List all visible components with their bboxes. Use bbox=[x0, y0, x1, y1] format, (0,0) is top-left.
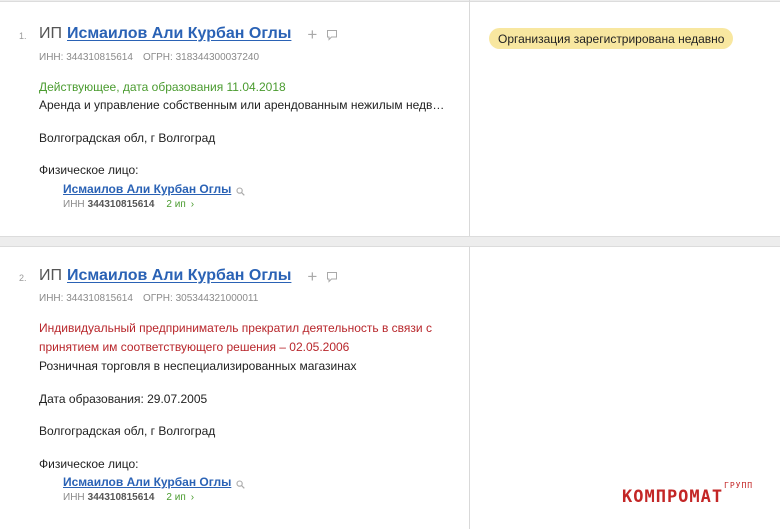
entry-prefix: ИП bbox=[39, 267, 62, 284]
ip-count-link[interactable]: 2 ип bbox=[166, 199, 185, 210]
formation-date-text: Дата образования: 29.07.2005 bbox=[39, 392, 208, 406]
entry-name-link[interactable]: Исмаилов Али Курбан Оглы bbox=[67, 25, 291, 43]
person-label: Физическое лицо: bbox=[39, 163, 139, 177]
inn-value: ИНН: 344310815614 bbox=[39, 293, 133, 304]
person-inn-label: ИНН bbox=[63, 492, 85, 503]
comment-icon[interactable] bbox=[326, 28, 338, 41]
watermark-logo: ГРУПП КОМПРОМАТ bbox=[622, 481, 752, 507]
ogrn-value: ОГРН: 305344321000011 bbox=[142, 293, 259, 304]
ogrn-value: ОГРН: 318344300037240 bbox=[142, 52, 260, 63]
status-text: Действующее, дата образования 11.04.2018 bbox=[39, 80, 286, 94]
person-meta: ИНН 344310815614 2 ип › bbox=[63, 492, 194, 503]
person-name[interactable]: Исмаилов Али Курбан Оглы bbox=[63, 475, 231, 489]
chevron-right-icon[interactable]: › bbox=[191, 199, 194, 210]
person-inn-value: 344310815614 bbox=[87, 199, 155, 210]
entry-separator bbox=[0, 236, 780, 247]
watermark-main: КОМПРОМАТ bbox=[622, 487, 724, 507]
region-text: Волгоградская обл, г Волгоград bbox=[39, 131, 216, 145]
plus-icon[interactable]: + bbox=[307, 26, 317, 43]
entry-ids: ИНН: 344310815614 ОГРН: 318344300037240 bbox=[39, 52, 259, 63]
entry-number: 1. bbox=[19, 31, 27, 41]
activity-text: Розничная торговля в неспециализированны… bbox=[39, 359, 357, 373]
inn-value: ИНН: 344310815614 bbox=[39, 52, 133, 63]
entry-title: ИП Исмаилов Али Курбан Оглы + bbox=[39, 267, 338, 285]
status-text: Индивидуальный предприниматель прекратил… bbox=[39, 321, 432, 354]
plus-icon[interactable]: + bbox=[307, 268, 317, 285]
chevron-right-icon[interactable]: › bbox=[191, 492, 194, 503]
entry-ids: ИНН: 344310815614 ОГРН: 305344321000011 bbox=[39, 293, 258, 304]
watermark-sub: ГРУПП bbox=[724, 481, 754, 490]
region-text: Волгоградская обл, г Волгоград bbox=[39, 424, 216, 438]
search-icon[interactable] bbox=[236, 478, 246, 489]
person-meta: ИНН 344310815614 2 ип › bbox=[63, 199, 194, 210]
person-label: Физическое лицо: bbox=[39, 457, 139, 471]
entry-title: ИП Исмаилов Али Курбан Оглы + bbox=[39, 25, 338, 43]
entry-name-link[interactable]: Исмаилов Али Курбан Оглы bbox=[67, 267, 291, 285]
top-separator bbox=[0, 0, 780, 2]
person-link[interactable]: Исмаилов Али Курбан Оглы bbox=[63, 475, 246, 489]
entry-number: 2. bbox=[19, 273, 27, 283]
person-name[interactable]: Исмаилов Али Курбан Оглы bbox=[63, 182, 231, 196]
person-link[interactable]: Исмаилов Али Курбан Оглы bbox=[63, 182, 246, 196]
activity-text: Аренда и управление собственным или арен… bbox=[39, 98, 445, 112]
comment-icon[interactable] bbox=[326, 270, 338, 283]
entry-prefix: ИП bbox=[39, 25, 62, 42]
search-icon[interactable] bbox=[236, 185, 246, 196]
recent-registration-badge: Организация зарегистрирована недавно bbox=[489, 28, 734, 49]
person-inn-value: 344310815614 bbox=[87, 492, 155, 503]
person-inn-label: ИНН bbox=[63, 199, 85, 210]
column-divider bbox=[469, 247, 470, 529]
column-divider bbox=[469, 0, 470, 236]
ip-count-link[interactable]: 2 ип bbox=[166, 492, 185, 503]
